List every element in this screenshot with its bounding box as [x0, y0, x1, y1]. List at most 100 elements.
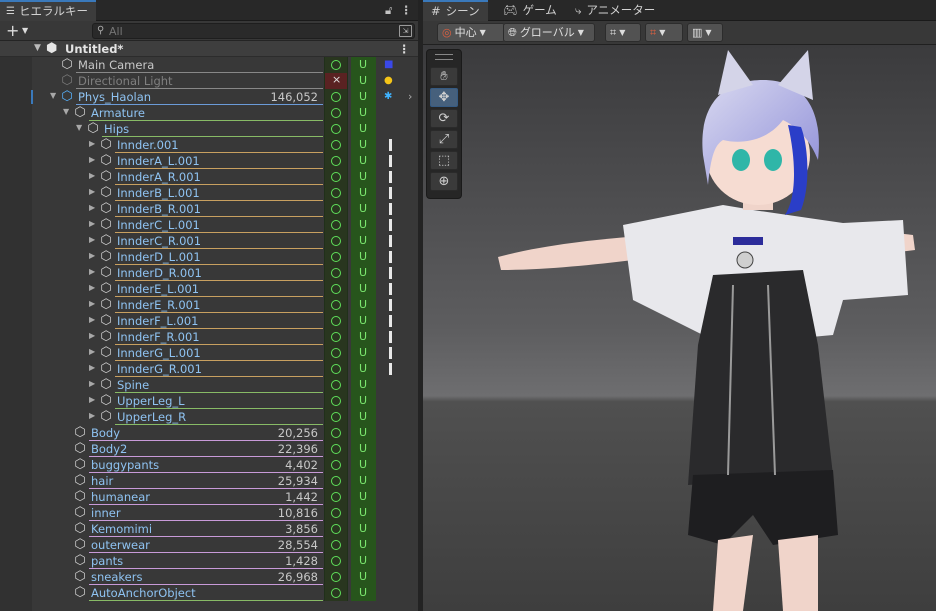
active-toggle-cell[interactable] [324, 201, 348, 217]
active-toggle-cell[interactable] [324, 537, 348, 553]
hierarchy-row[interactable]: ▶ ⬡ InnderF_L.001 U [0, 313, 418, 329]
upload-toggle-cell[interactable]: U [351, 217, 376, 233]
upload-toggle-cell[interactable]: U [351, 553, 376, 569]
active-toggle-cell[interactable] [324, 313, 348, 329]
hierarchy-row[interactable]: ⬡ Body2 22,396 U [0, 441, 418, 457]
rotate-tool-button[interactable]: ⟳ [430, 109, 458, 128]
hierarchy-row[interactable]: ▼ ⬡ Armature U [0, 105, 418, 121]
collapse-arrow-icon[interactable]: ▶ [89, 299, 95, 308]
overlay-grip[interactable] [435, 54, 453, 60]
collapse-arrow-icon[interactable]: ▶ [89, 315, 95, 324]
hierarchy-row[interactable]: ▶ ⬡ InnderB_R.001 U [0, 201, 418, 217]
upload-toggle-cell[interactable]: U [351, 73, 376, 89]
search-field[interactable]: ⚲ ⇲ [92, 23, 415, 39]
pivot-dropdown[interactable]: ◎ 中心 ▼ [437, 23, 505, 42]
hierarchy-row[interactable]: ▶ ⬡ InnderG_L.001 U [0, 345, 418, 361]
collapse-arrow-icon[interactable]: ▶ [89, 411, 95, 420]
upload-toggle-cell[interactable]: U [351, 457, 376, 473]
active-toggle-cell[interactable] [324, 265, 348, 281]
active-toggle-cell[interactable] [324, 505, 348, 521]
hierarchy-row[interactable]: ⬡ buggypants 4,402 U [0, 457, 418, 473]
hierarchy-row[interactable]: ⬡ outerwear 28,554 U [0, 537, 418, 553]
active-toggle-cell[interactable] [324, 185, 348, 201]
hierarchy-row[interactable]: ▶ ⬡ InnderB_L.001 U [0, 185, 418, 201]
upload-toggle-cell[interactable]: U [351, 489, 376, 505]
hierarchy-row[interactable]: ▼ ⬡ Hips U [0, 121, 418, 137]
chevron-right-icon[interactable]: › [408, 90, 412, 103]
active-toggle-cell[interactable] [324, 585, 348, 601]
collapse-arrow-icon[interactable]: ▶ [89, 363, 95, 372]
ruler-dropdown[interactable]: ▥ ▼ [687, 23, 723, 42]
expand-arrow-icon[interactable]: ▼ [63, 107, 69, 116]
tab-animator[interactable]: ⤷ アニメーター [567, 0, 663, 21]
upload-toggle-cell[interactable]: U [351, 121, 376, 137]
active-toggle-cell[interactable] [324, 553, 348, 569]
tab-hierarchy[interactable]: ☰ ヒエラルキー [0, 0, 96, 21]
active-toggle-cell[interactable] [324, 345, 348, 361]
upload-toggle-cell[interactable]: U [351, 153, 376, 169]
hierarchy-row[interactable]: ▼ ⬡ Phys_Haolan 146,052 U ✱ › [0, 89, 418, 105]
upload-toggle-cell[interactable]: U [351, 537, 376, 553]
collapse-arrow-icon[interactable]: ▶ [89, 347, 95, 356]
active-toggle-cell[interactable] [324, 105, 348, 121]
hierarchy-row[interactable]: ⬡ hair 25,934 U [0, 473, 418, 489]
tab-scene[interactable]: # シーン [423, 0, 488, 21]
upload-toggle-cell[interactable]: U [351, 281, 376, 297]
upload-toggle-cell[interactable]: U [351, 249, 376, 265]
upload-toggle-cell[interactable]: U [351, 313, 376, 329]
active-toggle-cell[interactable] [324, 425, 348, 441]
search-by-type-icon[interactable]: ⇲ [399, 25, 412, 37]
hierarchy-row[interactable]: ▶ ⬡ InnderG_R.001 U [0, 361, 418, 377]
space-dropdown[interactable]: 🌐︎ グローバル ▼ [503, 23, 595, 42]
active-toggle-cell[interactable] [324, 393, 348, 409]
collapse-arrow-icon[interactable]: ▶ [89, 219, 95, 228]
upload-toggle-cell[interactable]: U [351, 473, 376, 489]
hierarchy-row[interactable]: ▶ ⬡ UpperLeg_R U [0, 409, 418, 425]
active-toggle-cell[interactable] [324, 473, 348, 489]
active-toggle-cell[interactable] [324, 521, 348, 537]
search-input[interactable] [109, 24, 389, 38]
active-toggle-cell[interactable] [324, 121, 348, 137]
active-toggle-cell[interactable] [324, 361, 348, 377]
active-toggle-cell[interactable] [324, 441, 348, 457]
upload-toggle-cell[interactable]: U [351, 409, 376, 425]
hierarchy-row[interactable]: ⬡ Kemomimi 3,856 U [0, 521, 418, 537]
move-tool-button[interactable]: ✥ [430, 88, 458, 107]
add-object-button[interactable]: + [6, 22, 19, 39]
grid-snap-dropdown[interactable]: ⌗ ▼ [605, 23, 641, 42]
active-toggle-cell[interactable] [324, 569, 348, 585]
upload-toggle-cell[interactable]: U [351, 137, 376, 153]
active-toggle-cell[interactable]: × [324, 73, 348, 89]
hierarchy-row[interactable]: ▶ ⬡ InnderD_R.001 U [0, 265, 418, 281]
active-toggle-cell[interactable] [324, 281, 348, 297]
hierarchy-row[interactable]: ▶ ⬡ InnderA_L.001 U [0, 153, 418, 169]
collapse-arrow-icon[interactable]: ▶ [89, 187, 95, 196]
active-toggle-cell[interactable] [324, 153, 348, 169]
expand-arrow-icon[interactable]: ▼ [76, 123, 82, 132]
increment-snap-dropdown[interactable]: ⌗ ▼ [645, 23, 683, 42]
active-toggle-cell[interactable] [324, 377, 348, 393]
rect-tool-button[interactable]: ⬚ [430, 151, 458, 170]
upload-toggle-cell[interactable]: U [351, 505, 376, 521]
upload-toggle-cell[interactable]: U [351, 57, 376, 73]
collapse-arrow-icon[interactable]: ▶ [89, 203, 95, 212]
upload-toggle-cell[interactable]: U [351, 297, 376, 313]
active-toggle-cell[interactable] [324, 489, 348, 505]
upload-toggle-cell[interactable]: U [351, 521, 376, 537]
hierarchy-row[interactable]: ⬡ Main Camera U ■ [0, 57, 418, 73]
active-toggle-cell[interactable] [324, 137, 348, 153]
collapse-arrow-icon[interactable]: ▶ [89, 331, 95, 340]
collapse-arrow-icon[interactable]: ▶ [89, 251, 95, 260]
hierarchy-row[interactable]: ▶ ⬡ Innder.001 U [0, 137, 418, 153]
kebab-menu-icon[interactable]: ⋮ [401, 3, 413, 18]
active-toggle-cell[interactable] [324, 169, 348, 185]
upload-toggle-cell[interactable]: U [351, 265, 376, 281]
scale-tool-button[interactable]: ⤢ [430, 130, 458, 149]
lock-icon[interactable]: 🔓︎ [385, 3, 392, 18]
scene-header-row[interactable]: ▼ ⬢ Untitled* ⋮ [0, 41, 418, 57]
scene-menu-icon[interactable]: ⋮ [399, 42, 411, 56]
hierarchy-row[interactable]: ▶ ⬡ InnderA_R.001 U [0, 169, 418, 185]
active-toggle-cell[interactable] [324, 217, 348, 233]
hierarchy-row[interactable]: ⬡ Body 20,256 U [0, 425, 418, 441]
hierarchy-row[interactable]: ▶ ⬡ InnderC_L.001 U [0, 217, 418, 233]
